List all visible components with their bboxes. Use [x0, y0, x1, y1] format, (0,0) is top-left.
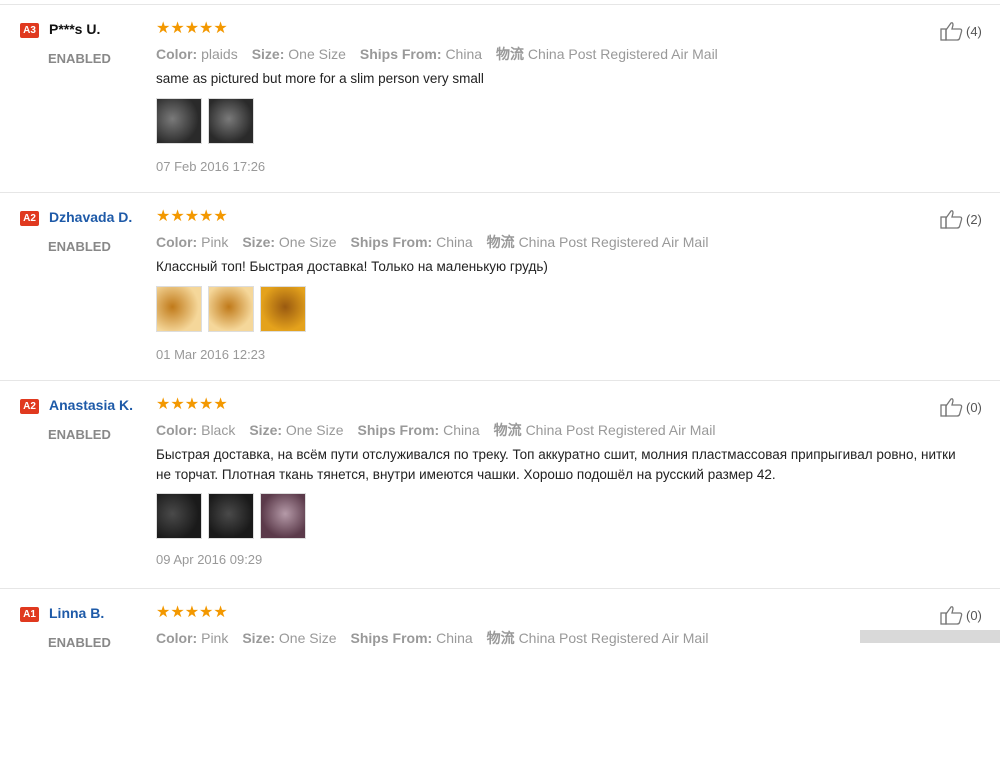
review-item: A2 Anastasia K. ENABLED ★★★★★ Color: Black Si… [0, 384, 1000, 567]
color-value: plaids [201, 46, 238, 62]
order-attributes: Color: Pink Size: One Size Ships From: Chi… [156, 628, 708, 648]
review-text: Классный топ! Быстрая доставка! Только н… [156, 259, 548, 274]
review-divider [0, 380, 1000, 381]
logistics-label: 物流 [486, 234, 515, 250]
ships-from-value: China [436, 630, 473, 646]
review-item: A1 Linna B. ENABLED ★★★★★ Color: Pink Size: O… [0, 592, 1000, 772]
review-photos [156, 98, 254, 144]
helpful-like-button[interactable]: (2) [940, 209, 982, 229]
helpful-like-button[interactable]: (0) [940, 605, 982, 625]
size-value: One Size [285, 422, 344, 438]
horizontal-scrollbar[interactable] [860, 630, 1000, 643]
like-count: (0) [966, 607, 982, 623]
ships-from-value: China [436, 234, 473, 250]
review-photo-thumbnail[interactable] [208, 286, 254, 332]
ships-from-label: Ships From: [350, 234, 433, 250]
ships-from-label: Ships From: [350, 630, 433, 646]
rating-stars: ★★★★★ [156, 604, 228, 621]
buyer-level-badge: A3 [20, 23, 39, 38]
ships-from-value: China [445, 46, 483, 62]
buyer-name[interactable]: Anastasia K. [49, 397, 133, 413]
size-label: Size: [242, 630, 276, 646]
buyer-level-badge: A2 [20, 211, 39, 226]
buyer-name[interactable]: Dzhavada D. [49, 209, 132, 225]
review-photo-thumbnail[interactable] [156, 98, 202, 144]
size-value: One Size [278, 630, 337, 646]
review-divider [0, 192, 1000, 193]
color-value: Pink [201, 630, 229, 646]
review-photo-thumbnail[interactable] [260, 286, 306, 332]
review-divider [0, 588, 1000, 589]
thumbs-up-icon [940, 606, 963, 625]
review-text: Быстрая доставка, на всём пути отслужива… [156, 447, 956, 482]
color-label: Color: [156, 234, 198, 250]
order-attributes: Color: Pink Size: One Size Ships From: Chi… [156, 232, 708, 252]
helpful-like-button[interactable]: (4) [940, 21, 982, 41]
size-label: Size: [249, 422, 283, 438]
size-label: Size: [242, 234, 276, 250]
like-count: (2) [966, 211, 982, 227]
thumbs-up-icon [940, 398, 963, 417]
logistics-label: 物流 [486, 630, 515, 646]
ships-from-label: Ships From: [357, 422, 440, 438]
order-attributes: Color: Black Size: One Size Ships From: Ch… [156, 420, 715, 440]
review-date: 09 Apr 2016 09:29 [156, 552, 263, 567]
size-value: One Size [278, 234, 337, 250]
color-label: Color: [156, 422, 198, 438]
logistics-label: 物流 [493, 422, 522, 438]
ships-from-value: China [443, 422, 480, 438]
rating-stars: ★★★★★ [156, 20, 228, 37]
logistics-value: China Post Registered Air Mail [518, 630, 709, 646]
logistics-value: China Post Registered Air Mail [518, 234, 709, 250]
review-item: A2 Dzhavada D. ENABLED ★★★★★ Color: Pink Size… [0, 196, 1000, 376]
buyer-status: ENABLED [48, 51, 111, 66]
color-label: Color: [156, 630, 198, 646]
ships-from-label: Ships From: [359, 46, 442, 62]
review-divider [0, 4, 1000, 5]
logistics-label: 物流 [496, 46, 525, 62]
review-date: 01 Mar 2016 12:23 [156, 347, 266, 362]
like-count: (4) [966, 23, 982, 39]
thumbs-up-icon [940, 22, 963, 41]
buyer-name: P***s U. [49, 21, 101, 37]
thumbs-up-icon [940, 210, 963, 229]
order-attributes: Color: plaids Size: One Size Ships From: C… [156, 44, 718, 64]
buyer-status: ENABLED [48, 239, 111, 254]
review-photo-thumbnail[interactable] [260, 493, 306, 539]
color-value: Pink [201, 234, 229, 250]
buyer-level-badge: A1 [20, 607, 39, 622]
buyer-name[interactable]: Linna B. [49, 605, 104, 621]
review-photo-thumbnail[interactable] [156, 286, 202, 332]
color-label: Color: [156, 46, 198, 62]
review-photo-thumbnail[interactable] [208, 98, 254, 144]
size-label: Size: [251, 46, 285, 62]
review-photos [156, 493, 306, 539]
review-item: A3 P***s U. ENABLED ★★★★★ Color: plaids Size:… [0, 8, 1000, 188]
buyer-level-badge: A2 [20, 399, 39, 414]
review-photo-thumbnail[interactable] [208, 493, 254, 539]
buyer-status: ENABLED [48, 427, 111, 442]
logistics-value: China Post Registered Air Mail [525, 422, 716, 438]
logistics-value: China Post Registered Air Mail [527, 46, 718, 62]
size-value: One Size [288, 46, 346, 62]
review-date: 07 Feb 2016 17:26 [156, 159, 266, 174]
like-count: (0) [966, 399, 982, 415]
helpful-like-button[interactable]: (0) [940, 397, 982, 417]
review-text: same as pictured but more for a slim per… [156, 71, 484, 86]
review-photo-thumbnail[interactable] [156, 493, 202, 539]
review-photos [156, 286, 306, 332]
rating-stars: ★★★★★ [156, 396, 228, 413]
color-value: Black [201, 422, 236, 438]
rating-stars: ★★★★★ [156, 208, 228, 225]
